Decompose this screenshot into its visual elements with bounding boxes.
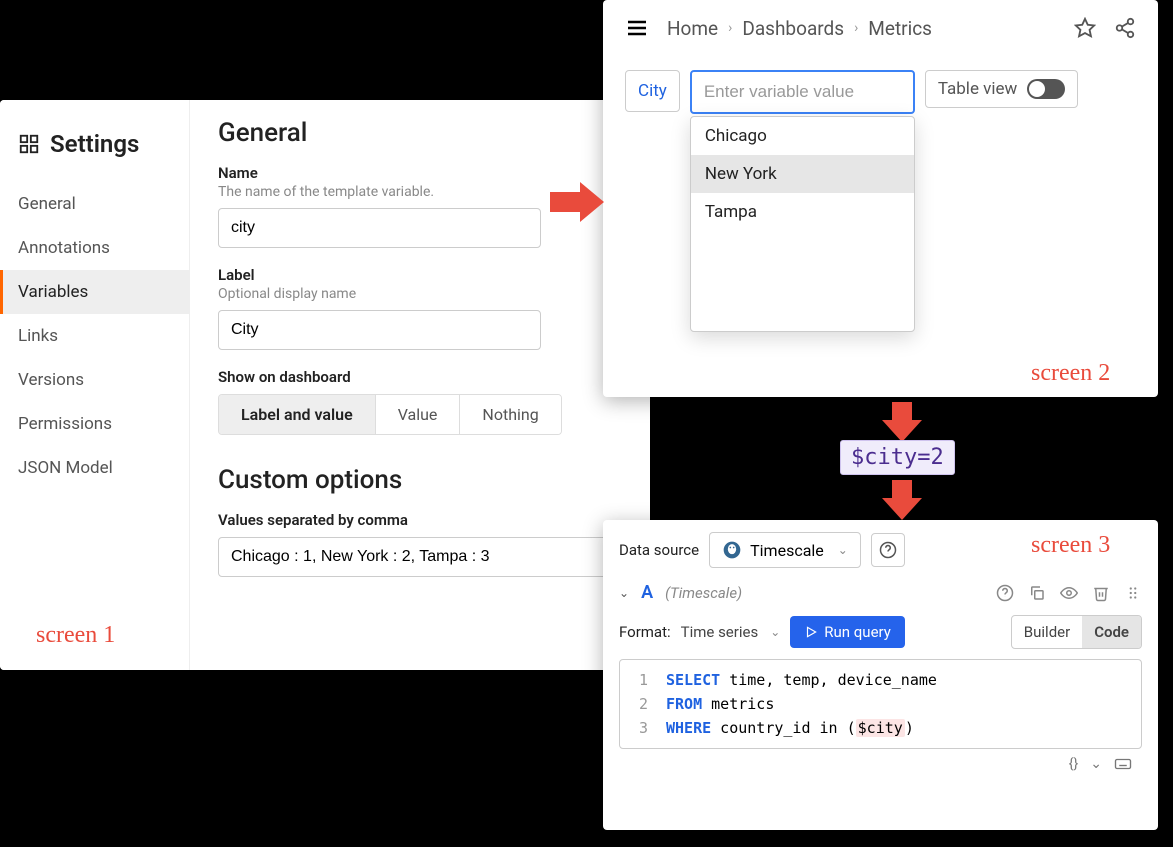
chevron-down-icon[interactable]: ⌄ [1090, 756, 1102, 772]
breadcrumb: Home › Dashboards › Metrics [667, 17, 932, 40]
sql-variable: $city [856, 719, 905, 737]
editor-mode-segmented: BuilderCode [1011, 615, 1142, 649]
sidebar-item-versions[interactable]: Versions [0, 358, 189, 402]
table-view-toggle[interactable]: Table view [925, 70, 1079, 108]
name-input[interactable] [218, 208, 541, 248]
help-button[interactable] [871, 533, 905, 567]
query-datasource-name: (Timescale) [665, 584, 742, 602]
dashboard-panel: Home › Dashboards › Metrics City Chicago… [603, 0, 1158, 397]
data-source-label: Data source [619, 541, 699, 559]
arrow-right-icon [550, 180, 604, 224]
settings-title-text: Settings [50, 130, 139, 158]
format-select[interactable]: Time series ⌄ [681, 623, 781, 641]
caption-screen-2: screen 2 [1025, 358, 1116, 389]
braces-button[interactable]: {} [1069, 756, 1078, 772]
section-general-heading: General [218, 118, 622, 148]
label-label: Label [218, 266, 622, 284]
play-icon [804, 625, 818, 639]
chevron-right-icon: › [854, 20, 858, 36]
dropdown-item-new-york[interactable]: New York [691, 155, 914, 193]
sql-keyword: SELECT [666, 671, 720, 689]
show-option-value[interactable]: Value [376, 395, 461, 434]
sidebar-item-permissions[interactable]: Permissions [0, 402, 189, 446]
show-on-dash-label: Show on dashboard [218, 368, 622, 386]
sql-text: metrics [702, 695, 774, 713]
label-hint: Optional display name [218, 286, 622, 302]
dropdown-item-tampa[interactable]: Tampa [691, 193, 914, 231]
sql-text: country_id in ( [711, 719, 856, 737]
arrow-down-icon [880, 480, 924, 520]
variable-value-input[interactable] [690, 70, 915, 114]
variable-assignment-badge: $city=2 [840, 440, 955, 475]
table-view-toggle-label: Table view [938, 79, 1018, 99]
breadcrumb-metrics[interactable]: Metrics [868, 17, 932, 40]
sql-editor[interactable]: 1 SELECT time, temp, device_name 2 FROM … [619, 659, 1142, 749]
sql-keyword: FROM [666, 695, 702, 713]
breadcrumb-dashboards[interactable]: Dashboards [742, 17, 844, 40]
help-icon [879, 541, 897, 559]
data-source-value: Timescale [750, 541, 824, 560]
section-custom-heading: Custom options [218, 465, 622, 495]
data-source-select[interactable]: Timescale ⌄ [709, 532, 861, 568]
sql-text: ) [905, 719, 914, 737]
run-query-label: Run query [824, 623, 891, 641]
line-number: 1 [620, 668, 648, 692]
arrow-down-icon [880, 402, 924, 442]
line-number: 3 [620, 716, 648, 740]
chevron-right-icon: › [728, 20, 732, 36]
query-letter[interactable]: A [641, 582, 653, 603]
variable-bar: City ChicagoNew YorkTampa Table view [603, 56, 1158, 128]
variable-dropdown: ChicagoNew YorkTampa [690, 116, 915, 332]
run-query-button[interactable]: Run query [790, 616, 905, 648]
sidebar-item-general[interactable]: General [0, 182, 189, 226]
drag-handle-icon[interactable] [1124, 584, 1142, 602]
line-number: 2 [620, 692, 648, 716]
hamburger-icon[interactable] [625, 16, 649, 40]
eye-icon[interactable] [1060, 584, 1078, 602]
editor-mode-builder[interactable]: Builder [1012, 616, 1082, 648]
chevron-down-icon: ⌄ [838, 543, 848, 557]
toggle-switch[interactable] [1027, 79, 1065, 99]
format-value: Time series [681, 623, 759, 641]
dropdown-item-chicago[interactable]: Chicago [691, 117, 914, 155]
sidebar-item-json-model[interactable]: JSON Model [0, 446, 189, 490]
keyboard-icon[interactable] [1114, 755, 1132, 773]
format-label: Format: [619, 623, 671, 641]
trash-icon[interactable] [1092, 584, 1110, 602]
query-editor-panel: Data source Timescale ⌄ ⌄ A (Timescale) … [603, 520, 1158, 830]
sql-keyword: WHERE [666, 719, 711, 737]
values-input[interactable] [218, 537, 622, 577]
variable-label-pill[interactable]: City [625, 70, 680, 112]
label-input[interactable] [218, 310, 541, 350]
collapse-chevron-icon[interactable]: ⌄ [619, 586, 629, 600]
chevron-down-icon: ⌄ [770, 625, 780, 639]
settings-title: Settings [0, 120, 189, 182]
breadcrumb-home[interactable]: Home [667, 17, 718, 40]
settings-sidebar: Settings GeneralAnnotationsVariablesLink… [0, 100, 190, 670]
show-option-label-and-value[interactable]: Label and value [219, 395, 376, 434]
sql-text: time, temp, device_name [720, 671, 937, 689]
timescale-logo-icon [722, 540, 742, 560]
sidebar-item-variables[interactable]: Variables [0, 270, 189, 314]
copy-icon[interactable] [1028, 584, 1046, 602]
caption-screen-1: screen 1 [30, 620, 121, 651]
show-option-nothing[interactable]: Nothing [460, 395, 560, 434]
dashboard-icon [18, 133, 40, 155]
caption-screen-3: screen 3 [1025, 530, 1116, 561]
sidebar-item-links[interactable]: Links [0, 314, 189, 358]
values-label: Values separated by comma [218, 511, 622, 529]
help-icon[interactable] [996, 584, 1014, 602]
topbar: Home › Dashboards › Metrics [603, 0, 1158, 56]
sidebar-item-annotations[interactable]: Annotations [0, 226, 189, 270]
show-on-dash-segmented: Label and valueValueNothing [218, 394, 562, 435]
share-icon[interactable] [1114, 17, 1136, 39]
editor-mode-code[interactable]: Code [1082, 616, 1141, 648]
star-icon[interactable] [1074, 17, 1096, 39]
